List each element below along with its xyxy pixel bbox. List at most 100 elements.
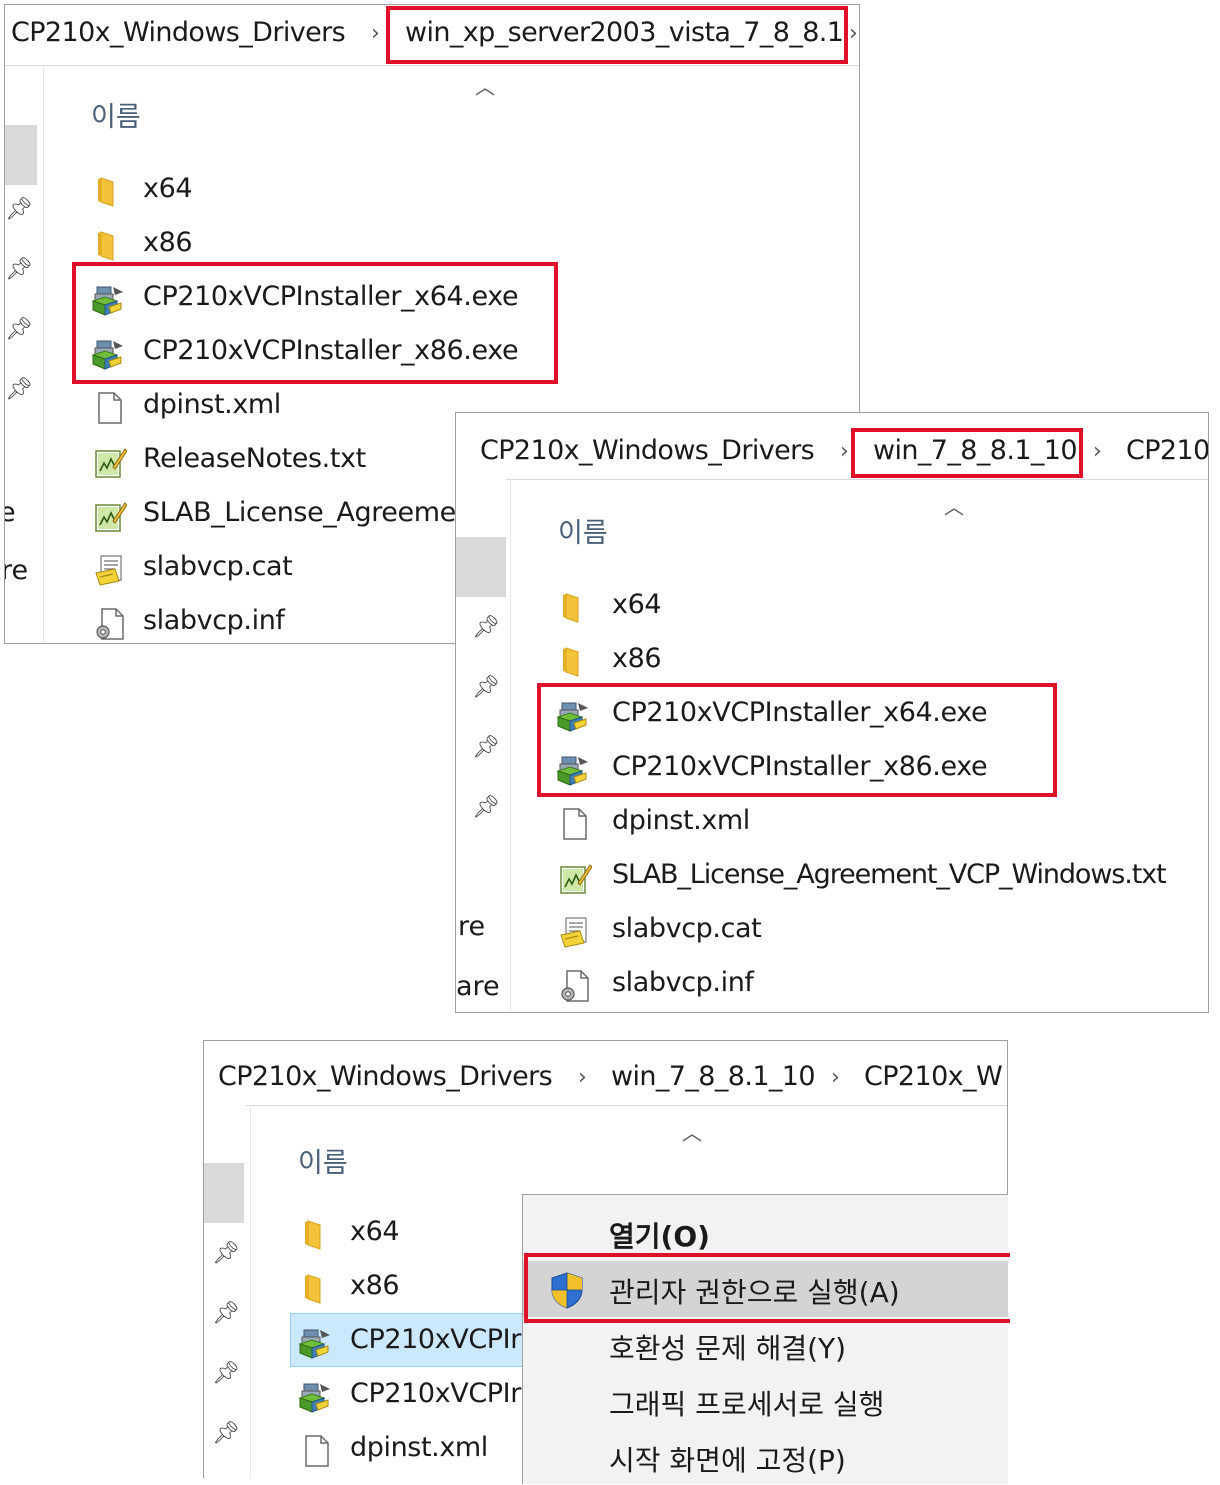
pin-icon[interactable]: 📌︎ [212, 1241, 240, 1266]
address-bar[interactable]: CP210x_Windows_Drivers › win_7_8_8.1_10 … [204, 1041, 1007, 1106]
breadcrumb-win-xp-server2003[interactable]: win_xp_server2003_vista_7_8_8.1 [405, 17, 844, 48]
folder-icon [558, 591, 592, 625]
pin-icon[interactable]: 📌︎ [472, 615, 500, 640]
nav-selected-item[interactable] [204, 1163, 244, 1223]
breadcrumb-separator-icon: › [849, 21, 858, 46]
file-name: x64 [612, 589, 662, 620]
file-row-dpinst-xml[interactable]: dpinst.xml [85, 380, 505, 434]
pane-divider [510, 479, 511, 1012]
column-header-name[interactable]: 이름 [558, 511, 608, 550]
pin-icon[interactable]: 📌︎ [5, 317, 33, 342]
installer-icon [298, 1380, 332, 1414]
breadcrumb-cp210x-windows-drivers[interactable]: CP210x_Windows_Drivers [11, 17, 346, 48]
uac-shield-icon [551, 1272, 583, 1309]
file-name: dpinst.xml [143, 389, 281, 420]
file-name: x86 [612, 643, 662, 674]
pin-icon[interactable]: 📌︎ [472, 735, 500, 760]
menu-item-label: 열기(O) [609, 1220, 710, 1253]
text-file-icon [93, 445, 127, 479]
file-name: CP210xVCPIr [350, 1324, 521, 1355]
nav-item-text[interactable]: re [5, 555, 28, 586]
column-header-name[interactable]: 이름 [298, 1141, 348, 1180]
file-row-slabvcp-cat[interactable]: slabvcp.cat [85, 542, 505, 596]
file-row-license-agreement[interactable]: SLAB_License_Agreeme [85, 488, 505, 542]
text-file-icon [558, 861, 592, 895]
breadcrumb-cp210x-windows-drivers[interactable]: CP210x_Windows_Drivers [480, 435, 815, 466]
address-bar[interactable]: CP210x_Windows_Drivers › win_7_8_8.1_10 … [456, 413, 1208, 480]
menu-item-pin-to-start[interactable]: 시작 화면에 고정(P) [523, 1429, 1008, 1485]
file-name: CP210xVCPInstaller_x86.exe [143, 335, 519, 366]
menu-item-run-with-gpu[interactable]: 그래픽 프로세서로 실행 [523, 1373, 1008, 1429]
folder-icon [300, 1218, 334, 1252]
pin-icon[interactable]: 📌︎ [5, 257, 33, 282]
menu-item-label: 관리자 권한으로 실행(A) [609, 1276, 900, 1309]
file-row-folder-x64[interactable]: x64 [554, 580, 974, 634]
file-row-slabvcp-inf[interactable]: slabvcp.inf [554, 958, 974, 1012]
installer-icon [556, 699, 590, 733]
file-name: x64 [350, 1216, 400, 1247]
document-icon [558, 807, 592, 841]
file-name: CP210xVCPInstaller_x64.exe [612, 697, 988, 728]
setup-info-icon [558, 969, 592, 1003]
file-row-release-notes[interactable]: ReleaseNotes.txt [85, 434, 505, 488]
breadcrumb-separator-icon: › [840, 439, 849, 464]
folder-icon [558, 645, 592, 679]
document-icon [300, 1434, 334, 1468]
breadcrumb-cp210[interactable]: CP210 [1126, 435, 1208, 466]
breadcrumb-cp210x-w[interactable]: CP210x_W [864, 1061, 1003, 1092]
menu-item-label: 그래픽 프로세서로 실행 [609, 1388, 885, 1421]
pin-icon[interactable]: 📌︎ [472, 675, 500, 700]
navigation-pane[interactable]: 📌︎ 📌︎ 📌︎ 📌︎ e re [5, 67, 43, 643]
file-name: dpinst.xml [350, 1432, 488, 1463]
menu-item-run-as-admin[interactable]: 관리자 권한으로 실행(A) [523, 1261, 1008, 1317]
file-row-folder-x86[interactable]: x86 [85, 218, 505, 272]
pin-icon[interactable]: 📌︎ [212, 1361, 240, 1386]
file-name: SLAB_License_Agreeme [143, 497, 456, 528]
file-name: slabvcp.inf [143, 605, 285, 636]
setup-info-icon [93, 607, 127, 641]
file-row-license-agreement[interactable]: SLAB_License_Agreement_VCP_Windows.txt [554, 850, 1194, 904]
breadcrumb-separator-icon: › [1093, 439, 1102, 464]
file-row-installer-x64[interactable]: CP210xVCPInstaller_x64.exe [85, 272, 545, 326]
navigation-pane[interactable]: 📌︎ 📌︎ 📌︎ 📌︎ re are [456, 479, 506, 1012]
pin-icon[interactable]: 📌︎ [472, 795, 500, 820]
file-row-slabvcp-cat[interactable]: slabvcp.cat [554, 904, 974, 958]
file-name: slabvcp.inf [612, 967, 754, 998]
file-name: x86 [143, 227, 193, 258]
pin-icon[interactable]: 📌︎ [212, 1421, 240, 1446]
file-row-installer-x64[interactable]: CP210xVCPInstaller_x64.exe [554, 688, 1014, 742]
breadcrumb-win-7-8-8-1-10[interactable]: win_7_8_8.1_10 [873, 435, 1078, 466]
breadcrumb-separator-icon: › [831, 1065, 840, 1090]
nav-selected-item[interactable] [5, 125, 37, 185]
pin-icon[interactable]: 📌︎ [212, 1301, 240, 1326]
file-row-installer-x86[interactable]: CP210xVCPInstaller_x86.exe [85, 326, 545, 380]
menu-item-troubleshoot-compatibility[interactable]: 호환성 문제 해결(Y) [523, 1317, 1008, 1373]
pin-icon[interactable]: 📌︎ [5, 377, 33, 402]
catalog-icon [93, 553, 127, 587]
file-row-folder-x64[interactable]: x64 [85, 164, 505, 218]
file-name: x64 [143, 173, 193, 204]
file-row-installer-x86[interactable]: CP210xVCPInstaller_x86.exe [554, 742, 1014, 796]
file-row-dpinst-xml[interactable]: dpinst.xml [554, 796, 974, 850]
column-header-name[interactable]: 이름 [91, 95, 141, 134]
breadcrumb-separator-icon: › [578, 1065, 587, 1090]
file-name: SLAB_License_Agreement_VCP_Windows.txt [612, 859, 1167, 890]
breadcrumb-win-7-8-8-1-10[interactable]: win_7_8_8.1_10 [611, 1061, 816, 1092]
nav-item-text[interactable]: are [456, 971, 500, 1002]
pane-divider [43, 67, 44, 643]
navigation-pane[interactable]: 📌︎ 📌︎ 📌︎ 📌︎ [204, 1105, 246, 1478]
menu-item-open[interactable]: 열기(O) [523, 1205, 1008, 1261]
pin-icon[interactable]: 📌︎ [5, 197, 33, 222]
file-row-slabvcp-inf[interactable]: slabvcp.inf [85, 596, 505, 644]
nav-item-text[interactable]: re [458, 911, 485, 942]
file-name: CP210xVCPInstaller_x64.exe [143, 281, 519, 312]
folder-icon [300, 1272, 334, 1306]
breadcrumb-cp210x-windows-drivers[interactable]: CP210x_Windows_Drivers [218, 1061, 553, 1092]
nav-selected-item[interactable] [456, 537, 506, 597]
sort-ascending-icon: ︿ [475, 75, 495, 99]
installer-icon [91, 337, 125, 371]
file-row-folder-x86[interactable]: x86 [554, 634, 974, 688]
address-bar[interactable]: CP210x_Windows_Drivers › win_xp_server20… [5, 5, 859, 66]
nav-item-text[interactable]: e [5, 497, 16, 528]
sort-ascending-icon: ︿ [682, 1121, 702, 1145]
